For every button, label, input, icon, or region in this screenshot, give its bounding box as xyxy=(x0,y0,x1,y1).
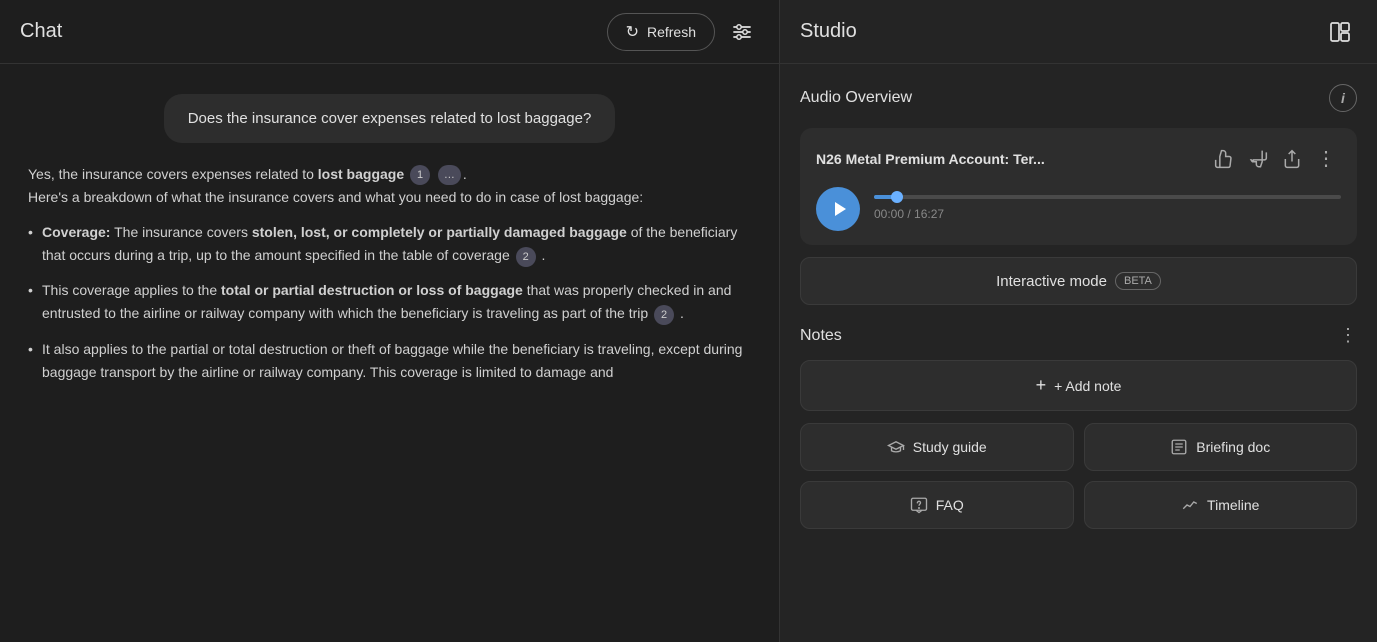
audio-player: 00:00 / 16:27 xyxy=(816,187,1341,231)
interactive-mode-label: Interactive mode xyxy=(996,273,1107,290)
audio-progress-section: 00:00 / 16:27 xyxy=(874,195,1341,223)
chat-header: Chat ↻ Refresh xyxy=(0,0,779,64)
tool-buttons-grid: Study guide Briefing doc FAQ xyxy=(800,423,1357,529)
chat-body: Does the insurance cover expenses relate… xyxy=(0,64,779,642)
study-guide-label: Study guide xyxy=(913,439,987,455)
citation-1[interactable]: 1 xyxy=(410,165,430,185)
progress-time: 00:00 / 16:27 xyxy=(874,207,944,221)
citation-2[interactable]: 2 xyxy=(516,247,536,267)
audio-overview-header: Audio Overview i xyxy=(800,84,1357,112)
info-icon: i xyxy=(1341,90,1345,106)
share-button[interactable] xyxy=(1278,145,1306,173)
notes-section: Notes ⋮ + + Add note Study guide xyxy=(780,325,1377,549)
notes-header: Notes ⋮ xyxy=(800,325,1357,346)
timeline-button[interactable]: Timeline xyxy=(1084,481,1358,529)
layout-button[interactable] xyxy=(1323,15,1357,49)
interactive-mode-button[interactable]: Interactive mode BETA xyxy=(800,257,1357,305)
chat-panel: Chat ↻ Refresh Does the insurance cover … xyxy=(0,0,780,642)
audio-overview-section: Audio Overview i N26 Metal Premium Accou… xyxy=(780,64,1377,325)
user-message: Does the insurance cover expenses relate… xyxy=(164,94,616,143)
list-item-2: This coverage applies to the total or pa… xyxy=(28,279,751,325)
faq-button[interactable]: FAQ xyxy=(800,481,1074,529)
progress-thumb xyxy=(891,191,903,203)
briefing-doc-label: Briefing doc xyxy=(1196,439,1270,455)
audio-overview-title: Audio Overview xyxy=(800,89,912,107)
assistant-message: Yes, the insurance covers expenses relat… xyxy=(20,163,759,396)
studio-title: Studio xyxy=(800,20,857,43)
refresh-button[interactable]: ↻ Refresh xyxy=(607,13,715,51)
assistant-list: Coverage: The insurance covers stolen, l… xyxy=(28,221,751,384)
more-button[interactable]: ⋮ xyxy=(1312,142,1341,175)
list-item-3: It also applies to the partial or total … xyxy=(28,338,751,384)
info-button[interactable]: i xyxy=(1329,84,1357,112)
add-note-button[interactable]: + + Add note xyxy=(800,360,1357,411)
progress-bar[interactable] xyxy=(874,195,1341,199)
refresh-label: Refresh xyxy=(647,24,696,40)
chat-title: Chat xyxy=(20,20,62,43)
beta-badge: BETA xyxy=(1115,272,1161,290)
thumbdown-button[interactable] xyxy=(1244,145,1272,173)
faq-label: FAQ xyxy=(936,497,964,513)
citation-more[interactable]: … xyxy=(438,165,461,185)
assistant-intro-text: Yes, the insurance covers expenses relat… xyxy=(28,166,643,205)
audio-card: N26 Metal Premium Account: Ter... xyxy=(800,128,1357,245)
refresh-icon: ↻ xyxy=(626,22,639,42)
briefing-doc-button[interactable]: Briefing doc xyxy=(1084,423,1358,471)
studio-panel: Studio Audio Overview i N26 Metal Premiu… xyxy=(780,0,1377,642)
study-guide-button[interactable]: Study guide xyxy=(800,423,1074,471)
thumbup-button[interactable] xyxy=(1210,145,1238,173)
audio-card-title: N26 Metal Premium Account: Ter... xyxy=(816,151,1210,167)
add-note-plus-icon: + xyxy=(1036,375,1047,396)
play-button[interactable] xyxy=(816,187,860,231)
timeline-label: Timeline xyxy=(1207,497,1259,513)
add-note-label: + Add note xyxy=(1054,378,1121,394)
citation-2b[interactable]: 2 xyxy=(654,305,674,325)
user-message-text: Does the insurance cover expenses relate… xyxy=(188,110,592,127)
studio-header: Studio xyxy=(780,0,1377,64)
assistant-intro: Yes, the insurance covers expenses relat… xyxy=(28,163,751,209)
notes-title: Notes xyxy=(800,327,842,345)
audio-card-header: N26 Metal Premium Account: Ter... xyxy=(816,142,1341,175)
chat-header-actions: ↻ Refresh xyxy=(607,13,759,51)
notes-more-icon: ⋮ xyxy=(1339,325,1357,346)
notes-menu-button[interactable]: ⋮ xyxy=(1339,325,1357,346)
sliders-button[interactable] xyxy=(725,15,759,49)
audio-actions: ⋮ xyxy=(1210,142,1341,175)
list-item-1: Coverage: The insurance covers stolen, l… xyxy=(28,221,751,267)
more-icon: ⋮ xyxy=(1316,146,1337,171)
